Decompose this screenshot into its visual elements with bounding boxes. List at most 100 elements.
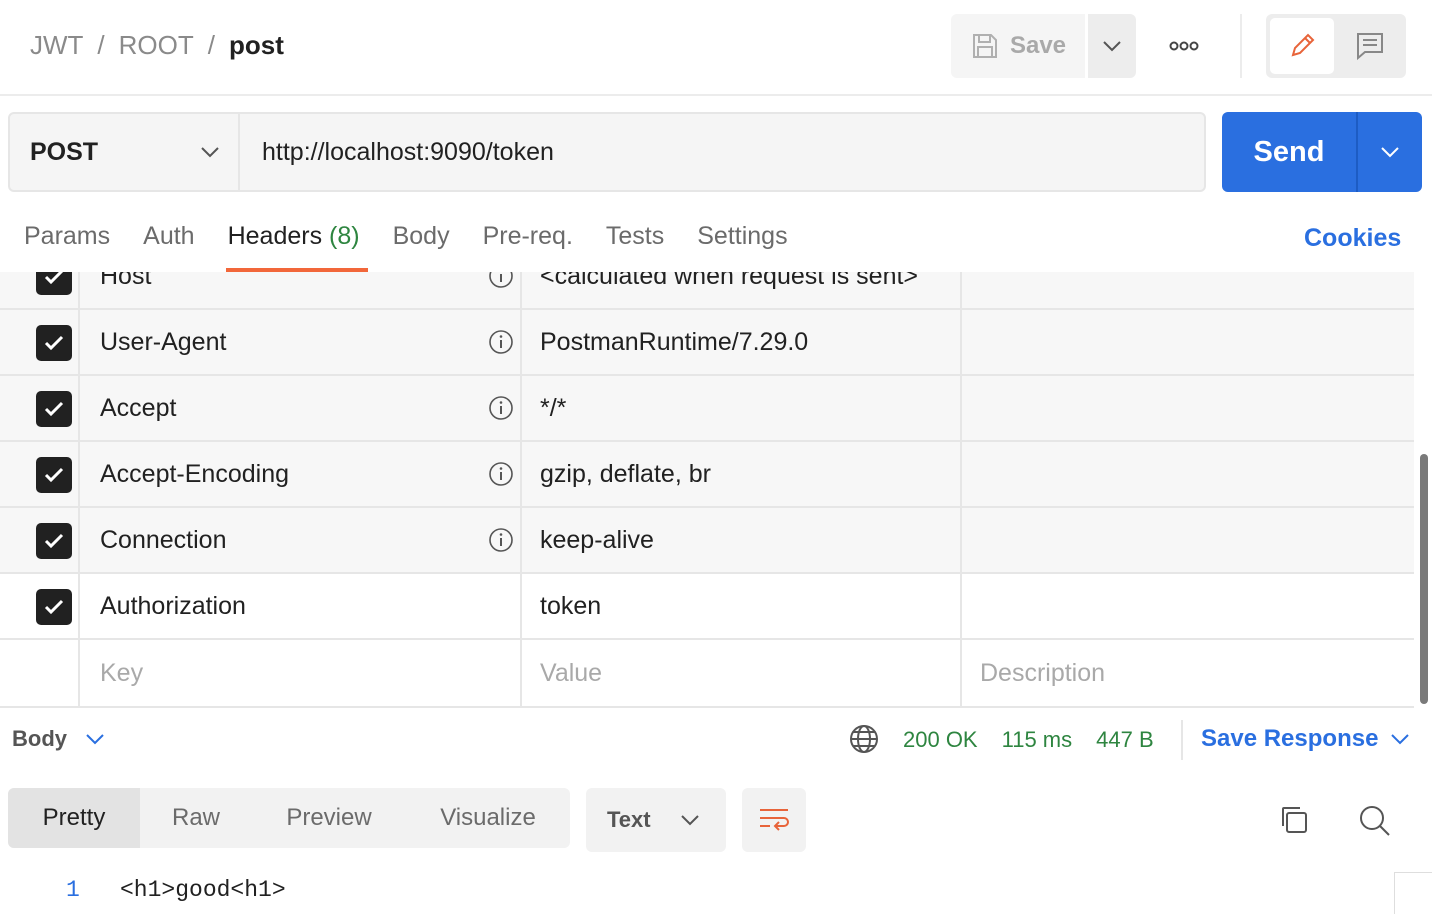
row-checkbox-cell: [0, 640, 80, 706]
chevron-down-icon: [681, 815, 699, 826]
response-view-tabs: Pretty Raw Preview Visualize: [8, 788, 570, 848]
save-button[interactable]: Save: [951, 14, 1085, 78]
tab-headers[interactable]: Headers (8): [225, 222, 368, 272]
save-response-button[interactable]: Save Response: [1201, 725, 1410, 753]
header-key-cell[interactable]: Accept-Encoding: [80, 442, 522, 506]
header-description-cell[interactable]: [962, 272, 1414, 308]
format-select[interactable]: Text: [586, 788, 726, 852]
new-description-input[interactable]: Description: [962, 640, 1414, 706]
breadcrumb-folder[interactable]: ROOT: [119, 30, 194, 61]
header-value: token: [540, 591, 602, 620]
request-name[interactable]: post: [229, 30, 284, 61]
header-key-cell[interactable]: Accept: [80, 376, 522, 440]
header-description-cell[interactable]: [962, 508, 1414, 572]
breadcrumb-separator: /: [97, 30, 105, 60]
url-input[interactable]: http://localhost:9090/token: [238, 112, 1206, 192]
table-row: Connection keep-alive: [0, 508, 1414, 574]
send-button[interactable]: Send: [1222, 112, 1356, 192]
headers-scrollbar[interactable]: [1416, 272, 1432, 708]
view-tab-pretty[interactable]: Pretty: [8, 788, 140, 848]
table-row: Accept-Encoding gzip, deflate, br: [0, 442, 1414, 508]
header-value-cell[interactable]: token: [522, 574, 962, 638]
view-tab-preview[interactable]: Preview: [252, 788, 406, 848]
info-icon[interactable]: [488, 329, 514, 355]
response-meta: 200 OK 115 ms 447 B: [903, 727, 1154, 753]
row-checkbox-cell: [0, 442, 80, 506]
top-bar: JWT / ROOT / post Save: [0, 0, 1432, 96]
tab-prereq[interactable]: Pre-req.: [483, 222, 573, 272]
row-checkbox[interactable]: [36, 457, 72, 493]
header-key-cell[interactable]: User-Agent: [80, 310, 522, 374]
row-checkbox[interactable]: [36, 272, 72, 295]
request-tabs: Params Auth Headers (8) Body Pre-req. Te…: [24, 222, 821, 272]
new-value-input[interactable]: Value: [522, 640, 962, 706]
row-checkbox[interactable]: [36, 391, 72, 427]
more-options-button[interactable]: [1160, 30, 1208, 62]
info-icon[interactable]: [488, 461, 514, 487]
info-icon[interactable]: [488, 527, 514, 553]
header-value-cell[interactable]: gzip, deflate, br: [522, 442, 962, 506]
row-checkbox[interactable]: [36, 589, 72, 625]
row-checkbox-cell: [0, 574, 80, 638]
send-options-button[interactable]: [1356, 112, 1422, 192]
header-key: Connection: [100, 525, 227, 554]
tab-body[interactable]: Body: [393, 222, 450, 272]
header-value: keep-alive: [540, 525, 654, 554]
status-code[interactable]: 200 OK: [903, 727, 978, 753]
wrap-lines-button[interactable]: [742, 788, 806, 852]
response-section-label: Body: [12, 726, 67, 751]
header-key-cell[interactable]: Authorization: [80, 574, 522, 638]
response-size[interactable]: 447 B: [1096, 727, 1154, 753]
view-tab-raw[interactable]: Raw: [140, 788, 252, 848]
info-icon[interactable]: [488, 272, 514, 289]
line-number: 1: [66, 877, 80, 903]
scrollbar-thumb[interactable]: [1420, 454, 1428, 704]
header-key: Host: [100, 272, 152, 290]
wrap-lines-icon: [760, 809, 789, 831]
tab-tests[interactable]: Tests: [606, 222, 664, 272]
method-select[interactable]: POST: [8, 112, 240, 192]
row-checkbox[interactable]: [36, 325, 72, 361]
header-key-cell[interactable]: Connection: [80, 508, 522, 572]
pencil-icon: [1291, 33, 1315, 57]
search-icon[interactable]: [1357, 803, 1391, 837]
save-response-label: Save Response: [1201, 725, 1379, 752]
chevron-down-icon: [201, 147, 219, 158]
header-value-cell[interactable]: <calculated when request is sent>: [522, 272, 962, 308]
checkmark-icon: [44, 335, 64, 351]
copy-icon[interactable]: [1278, 804, 1310, 836]
mode-toggle: [1266, 14, 1406, 78]
response-time[interactable]: 115 ms: [1002, 727, 1073, 753]
header-description-cell[interactable]: [962, 442, 1414, 506]
save-options-button[interactable]: [1088, 14, 1136, 78]
header-description-cell[interactable]: [962, 376, 1414, 440]
comments-button[interactable]: [1338, 18, 1402, 74]
header-description-cell[interactable]: [962, 310, 1414, 374]
header-key: Authorization: [100, 591, 246, 620]
line-content[interactable]: <h1>good<h1>: [120, 877, 286, 903]
header-value-cell[interactable]: keep-alive: [522, 508, 962, 572]
response-section-select[interactable]: Body: [12, 726, 105, 752]
tab-auth[interactable]: Auth: [143, 222, 194, 272]
header-value-cell[interactable]: PostmanRuntime/7.29.0: [522, 310, 962, 374]
header-key-cell[interactable]: Host: [80, 272, 522, 308]
header-value: <calculated when request is sent>: [540, 272, 919, 290]
header-value-cell[interactable]: */*: [522, 376, 962, 440]
tab-params[interactable]: Params: [24, 222, 110, 272]
breadcrumb-collection[interactable]: JWT: [30, 30, 83, 61]
globe-icon[interactable]: [848, 723, 880, 755]
info-icon[interactable]: [488, 395, 514, 421]
edit-mode-button[interactable]: [1270, 18, 1334, 74]
new-key-input[interactable]: Key: [80, 640, 522, 706]
table-row: User-Agent PostmanRuntime/7.29.0: [0, 310, 1414, 376]
breadcrumb-separator: /: [207, 30, 215, 60]
view-tab-visualize[interactable]: Visualize: [406, 788, 570, 848]
row-checkbox[interactable]: [36, 523, 72, 559]
header-description-cell[interactable]: [962, 574, 1414, 638]
new-header-row: Key Value Description: [0, 640, 1414, 706]
cookies-link[interactable]: Cookies: [1304, 224, 1401, 253]
header-value: */*: [540, 393, 567, 422]
method-value: POST: [30, 137, 99, 166]
tab-settings[interactable]: Settings: [697, 222, 787, 272]
tab-headers-label: Headers: [227, 222, 323, 250]
